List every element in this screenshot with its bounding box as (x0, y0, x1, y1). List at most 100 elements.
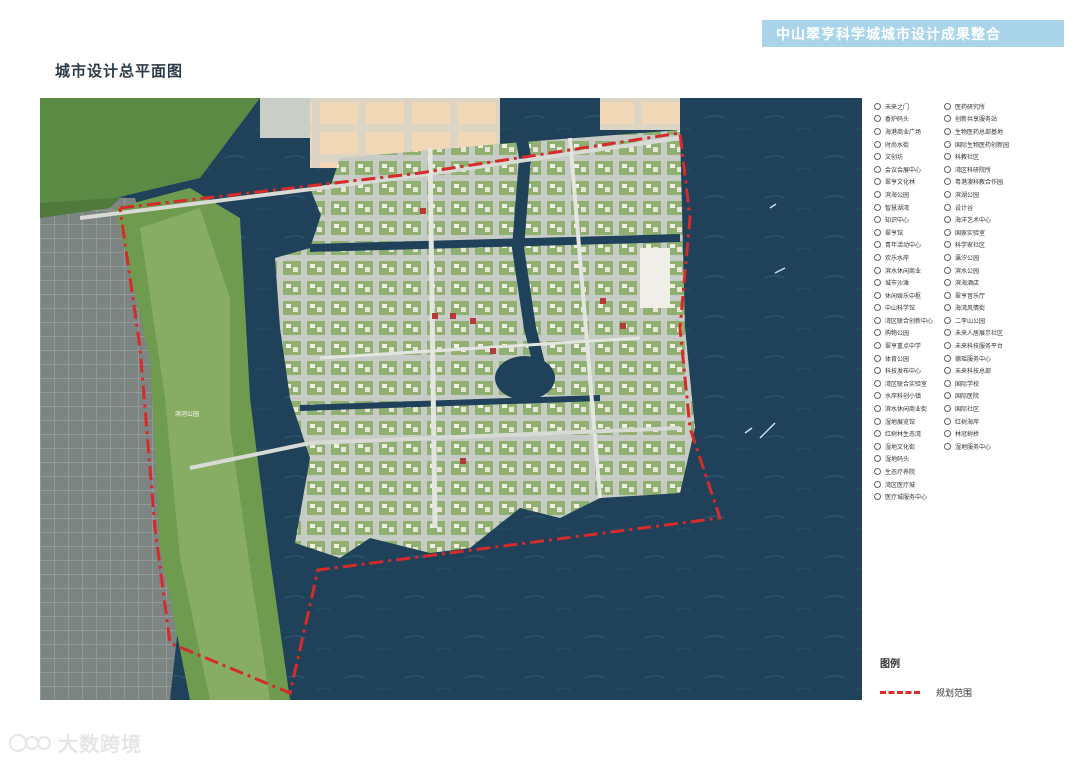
legend-item: 国际医院 (944, 390, 1009, 403)
legend-item-label: 翠亨文化林 (885, 179, 916, 187)
legend-number-badge (874, 354, 881, 362)
legend-number-badge (874, 102, 881, 110)
legend-number-badge (944, 316, 951, 324)
legend-item: 红树林生态湾 (874, 427, 933, 440)
legend-number-badge (874, 190, 881, 198)
legend-item-label: 滨水休闲商业街 (885, 406, 928, 414)
legend-item: 未来科技服务平台 (944, 339, 1009, 352)
legend-item: 湾区科研院所 (944, 163, 1009, 176)
legend-number-badge (944, 442, 951, 450)
legend-number-badge (944, 354, 951, 362)
legend-number-badge (944, 392, 951, 400)
legend-item: 科学家社区 (944, 239, 1009, 252)
legend-number-badge (944, 102, 951, 110)
legend-number-badge (874, 417, 881, 425)
legend-list-right: 医药研究所 创新共享服务站 生物医药总部基地 国际生物医药创新园 科教社区 湾区科研院所粤… (944, 100, 1009, 453)
legend-number-badge (944, 178, 951, 186)
legend-item: 水岸科创小镇 (874, 390, 933, 403)
legend-item: 瀛汐公园 (944, 251, 1009, 264)
legend-item-label: 湿地文化街 (885, 443, 916, 451)
legend-number-badge (944, 342, 951, 350)
legend-number-badge (874, 228, 881, 236)
legend-item-label: 设计谷 (955, 204, 974, 212)
legend-item: 湿地码头 (874, 453, 933, 466)
legend-number-badge (874, 405, 881, 413)
legend-item-label: 医药研究所 (955, 103, 986, 111)
legend-item-label: 滨海酒店 (955, 280, 980, 288)
legend-item: 德瑶服务中心 (944, 352, 1009, 365)
legend-item: 创新共享服务站 (944, 113, 1009, 126)
legend-item: 医疗城服务中心 (874, 490, 933, 503)
legend-item: 青年活动中心 (874, 239, 933, 252)
legend-number-badge (874, 455, 881, 463)
legend-item: 滨水公园 (944, 264, 1009, 277)
legend-item: 翠亨馆 (874, 226, 933, 239)
legend-item-label: 购物公园 (885, 330, 910, 338)
legend-number-badge (944, 115, 951, 123)
legend-item: 香炉码头 (874, 113, 933, 126)
legend-number-badge (944, 165, 951, 173)
legend-item-label: 滨海公园 (885, 191, 910, 199)
legend-number-badge (874, 329, 881, 337)
legend-number-badge (944, 253, 951, 261)
legend-item-label: 休闲娱乐中枢 (885, 292, 922, 300)
legend-item: 翠亨音乐厅 (944, 289, 1009, 302)
legend-item-label: 国际生物医药创新园 (955, 141, 1010, 149)
legend-number-badge (874, 468, 881, 476)
legend-item: 生物医药总部基地 (944, 125, 1009, 138)
legend-item-label: 青年活动中心 (885, 242, 922, 250)
legend-number-badge (944, 228, 951, 236)
legend-item-label: 滨水公园 (955, 267, 980, 275)
legend-item-label: 创新共享服务站 (955, 116, 998, 124)
legend-number-badge (874, 178, 881, 186)
legend-number-badge (874, 304, 881, 312)
legend-number-badge (944, 216, 951, 224)
legend-number-badge (874, 153, 881, 161)
legend-item-label: 香炉码头 (885, 116, 910, 124)
legend-item: 未来人居展示社区 (944, 327, 1009, 340)
legend-item-label: 生物医药总部基地 (955, 128, 1004, 136)
legend-item-label: 德瑶服务中心 (955, 355, 992, 363)
legend-item-label: 滨湖公园 (955, 191, 980, 199)
legend-number-badge (944, 379, 951, 387)
legend-number-badge (874, 493, 881, 501)
legend-number-badge (874, 127, 881, 135)
legend-item-label: 城市沙滩 (885, 280, 910, 288)
master-plan-map[interactable]: 滨河公园 (40, 98, 862, 700)
legend-number-badge (874, 165, 881, 173)
legend-number-badge (874, 480, 881, 488)
legend-item: 会议会展中心 (874, 163, 933, 176)
legend-item-label: 湿地码头 (885, 456, 910, 464)
legend-number-badge (944, 279, 951, 287)
legend-item: 滨水休闲商业街 (874, 402, 933, 415)
legend-item: 智慧湖湾 (874, 201, 933, 214)
legend-item: 滨水休闲商业 (874, 264, 933, 277)
legend-item-label: 湿地展览馆 (885, 418, 916, 426)
legend-item: 设计谷 (944, 201, 1009, 214)
watermark: 大数跨境 (8, 728, 142, 757)
legend-item: 林冠树桥 (944, 427, 1009, 440)
legend-item-label: 文创坊 (885, 154, 904, 162)
legend-item: 欢乐水岸 (874, 251, 933, 264)
legend-item: 翠亨重点中学 (874, 339, 933, 352)
park-label: 滨河公园 (175, 410, 199, 418)
legend-item: 体育公园 (874, 352, 933, 365)
legend-number-badge (944, 190, 951, 198)
legend-item-label: 智慧湖湾 (885, 204, 910, 212)
legend-item: 知识中心 (874, 213, 933, 226)
legend-number-badge (944, 140, 951, 148)
central-lake (495, 356, 555, 400)
legend-item: 湿地文化街 (874, 440, 933, 453)
legend-item-label: 二李山公园 (955, 317, 986, 325)
legend-item-label: 湾区医疗城 (885, 481, 916, 489)
legend-item-label: 科教社区 (955, 154, 980, 162)
legend-item-label: 科技发布中心 (885, 368, 922, 376)
legend-list-left: 未来之门 香炉码头 海港商业广场 时尚水街 文创坊 会议会展中心 翠亨文化林 滨海公园 智慧湖湾… (874, 100, 933, 503)
legend-item-label: 湾区科研院所 (955, 166, 992, 174)
legend-number-badge (874, 367, 881, 375)
legend-item: 滨海酒店 (944, 276, 1009, 289)
legend-item-label: 翠亨音乐厅 (955, 292, 986, 300)
legend-item: 国际社区 (944, 402, 1009, 415)
legend-number-badge (944, 203, 951, 211)
boundary-line-swatch (880, 691, 920, 694)
